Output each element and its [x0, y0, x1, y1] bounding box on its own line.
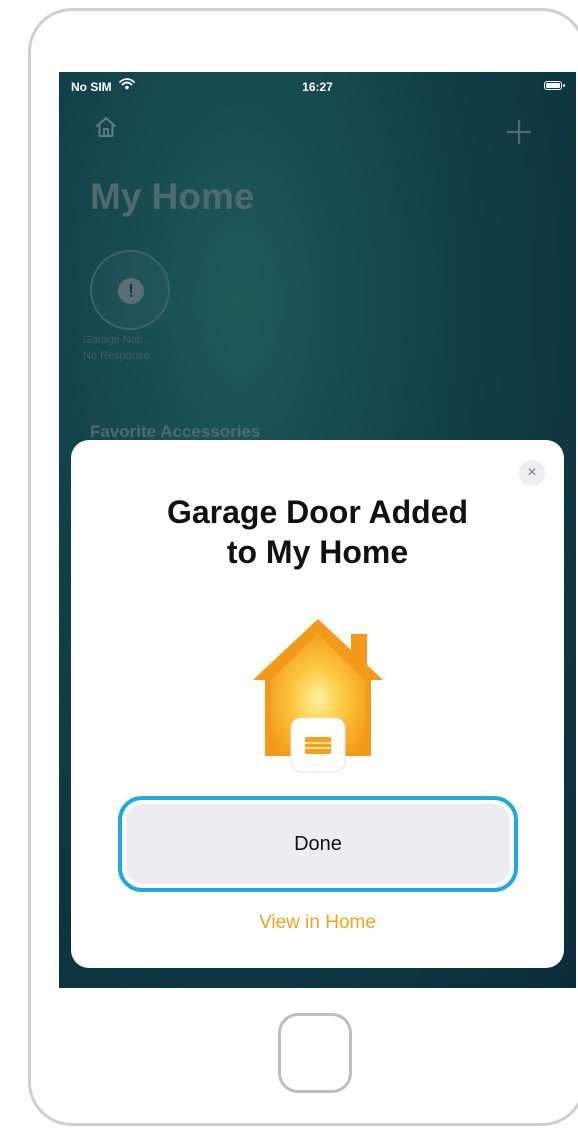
- page-title: My Home: [90, 176, 255, 217]
- accessory-added-sheet: × Garage Door Added to My Home Done View…: [71, 440, 564, 968]
- accessory-name: Garage Not...: [83, 334, 150, 346]
- alert-badge-icon: !: [118, 278, 144, 304]
- done-button[interactable]: Done: [126, 804, 510, 884]
- battery-icon: [544, 81, 565, 90]
- home-button[interactable]: [278, 1013, 352, 1093]
- sheet-title-line-1: Garage Door Added: [166, 494, 469, 530]
- clock: 16:27: [302, 80, 333, 94]
- sheet-title-line-2: to My Home: [226, 534, 409, 570]
- accessory-status: No Response: [83, 350, 150, 362]
- home-nav-icon[interactable]: [95, 116, 117, 143]
- section-title-favorites: Favorite Accessories: [90, 422, 261, 441]
- house-garage-icon: [243, 614, 393, 779]
- close-icon[interactable]: ×: [519, 460, 545, 486]
- phone-screen: No SIM 16:27 My Home ! Garage Not... No …: [59, 72, 576, 988]
- add-icon[interactable]: [506, 119, 532, 149]
- sheet-title: Garage Door Added to My Home: [71, 492, 564, 572]
- accessory-tile[interactable]: !: [90, 250, 170, 330]
- status-bar: No SIM 16:27: [59, 72, 576, 102]
- view-in-home-link[interactable]: View in Home: [71, 912, 564, 934]
